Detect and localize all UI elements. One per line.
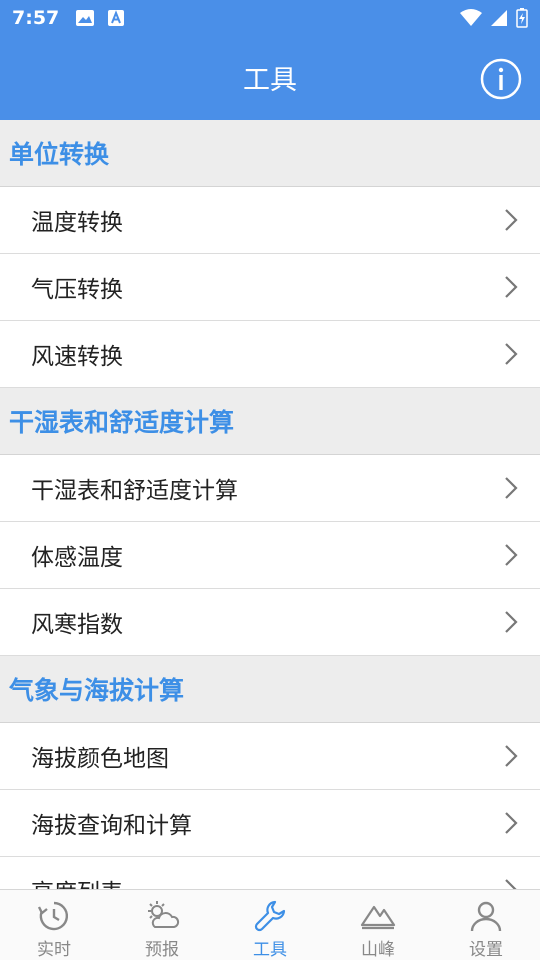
chevron-right-icon bbox=[502, 810, 520, 836]
image-notification-icon bbox=[76, 10, 95, 26]
tool-list: 单位转换 温度转换 气压转换 风速转换 干湿表和舒适度计算 干湿表和舒适度计算 … bbox=[0, 120, 540, 889]
info-icon bbox=[480, 58, 522, 100]
section-header-weather-altitude: 气象与海拔计算 bbox=[0, 656, 540, 723]
tab-peaks[interactable]: 山峰 bbox=[324, 890, 432, 960]
status-time: 7:57 bbox=[12, 7, 60, 29]
list-item-label: 海拔颜色地图 bbox=[31, 746, 169, 772]
bottom-tab-bar: 实时 预报 工具 山峰 设置 bbox=[0, 889, 540, 960]
list-item-label: 体感温度 bbox=[31, 545, 123, 571]
list-item[interactable]: 温度转换 bbox=[0, 187, 540, 254]
list-item[interactable]: 风速转换 bbox=[0, 321, 540, 388]
list-item[interactable]: 干湿表和舒适度计算 bbox=[0, 455, 540, 522]
list-item[interactable]: 高度列表 bbox=[0, 857, 540, 889]
section-header-unit-conversion: 单位转换 bbox=[0, 120, 540, 187]
tab-tools[interactable]: 工具 bbox=[216, 890, 324, 960]
tab-realtime[interactable]: 实时 bbox=[0, 890, 108, 960]
list-item-label: 风寒指数 bbox=[31, 612, 123, 638]
info-button[interactable] bbox=[480, 58, 522, 100]
tab-label: 工具 bbox=[253, 940, 287, 960]
cell-signal-icon bbox=[491, 10, 507, 26]
list-item-label: 气压转换 bbox=[31, 277, 123, 303]
list-item-label: 高度列表 bbox=[31, 873, 502, 889]
list-item-label: 海拔查询和计算 bbox=[31, 813, 192, 839]
clock-refresh-icon bbox=[36, 898, 72, 933]
app-bar: 7:57 工具 bbox=[0, 0, 540, 120]
chevron-right-icon bbox=[502, 475, 520, 501]
wrench-icon bbox=[252, 898, 288, 933]
list-item-label: 干湿表和舒适度计算 bbox=[31, 478, 238, 504]
chevron-right-icon bbox=[502, 341, 520, 367]
status-bar: 7:57 bbox=[0, 0, 540, 36]
chevron-right-icon bbox=[502, 877, 520, 889]
sun-cloud-icon bbox=[144, 898, 180, 933]
list-item[interactable]: 海拔颜色地图 bbox=[0, 723, 540, 790]
tab-settings[interactable]: 设置 bbox=[432, 890, 540, 960]
mountain-icon bbox=[360, 898, 396, 933]
list-item[interactable]: 气压转换 bbox=[0, 254, 540, 321]
section-header-psychrometer: 干湿表和舒适度计算 bbox=[0, 388, 540, 455]
chevron-right-icon bbox=[502, 743, 520, 769]
page-title: 工具 bbox=[243, 65, 297, 96]
list-item[interactable]: 风寒指数 bbox=[0, 589, 540, 656]
tab-label: 预报 bbox=[145, 940, 179, 960]
tab-label: 实时 bbox=[37, 940, 71, 960]
list-item[interactable]: 体感温度 bbox=[0, 522, 540, 589]
chevron-right-icon bbox=[502, 542, 520, 568]
chevron-right-icon bbox=[502, 207, 520, 233]
font-notification-icon bbox=[108, 10, 125, 26]
tab-label: 设置 bbox=[469, 940, 503, 960]
tab-forecast[interactable]: 预报 bbox=[108, 890, 216, 960]
chevron-right-icon bbox=[502, 609, 520, 635]
wifi-icon bbox=[460, 9, 482, 26]
battery-charging-icon bbox=[516, 8, 528, 28]
list-item-label: 风速转换 bbox=[31, 344, 123, 370]
tab-label: 山峰 bbox=[361, 940, 395, 960]
person-icon bbox=[468, 898, 504, 933]
list-item-label: 温度转换 bbox=[31, 210, 123, 236]
list-item[interactable]: 海拔查询和计算 bbox=[0, 790, 540, 857]
chevron-right-icon bbox=[502, 274, 520, 300]
